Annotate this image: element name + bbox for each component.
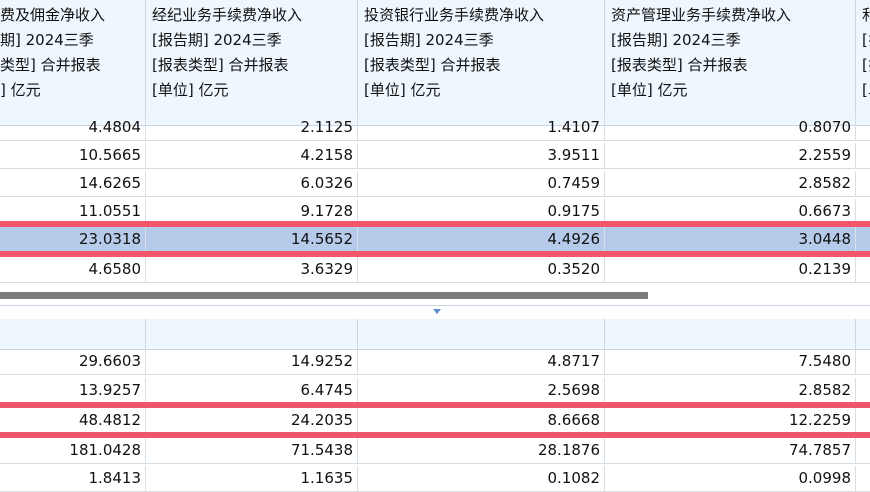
- table-cell: [856, 408, 870, 433]
- table-row[interactable]: 181.0428 71.5438 28.1876 74.7857: [0, 438, 870, 464]
- table-cell: [856, 171, 870, 196]
- header-unit: [单位] 亿元: [611, 81, 688, 99]
- highlight-band: [0, 251, 870, 257]
- table-row[interactable]: 4.6580 3.6329 0.3520 0.2139: [0, 257, 870, 283]
- table-cell: 7.5480: [605, 349, 856, 374]
- highlight-band: [0, 432, 870, 438]
- table-row[interactable]: 14.6265 6.0326 0.7459 2.8582: [0, 171, 870, 197]
- table-row[interactable]: 23.0318 14.5652 4.4926 3.0448: [0, 227, 870, 253]
- table-cell: 8.6668: [358, 408, 605, 433]
- table-cell: 10.5665: [0, 143, 146, 168]
- table-row[interactable]: 1.8413 1.1635 0.1082 0.0998: [0, 466, 870, 492]
- table-cell: 2.1125: [146, 115, 358, 140]
- header-unit: [单: [862, 81, 870, 99]
- table-row[interactable]: 29.6603 14.9252 4.8717 7.5480: [0, 349, 870, 375]
- header-period: [扌: [862, 31, 870, 49]
- header-period: [报告期] 2024三季: [611, 31, 741, 49]
- column-divider: [855, 319, 856, 349]
- table-cell: 181.0428: [0, 438, 146, 463]
- table-cell: 4.8717: [358, 349, 605, 374]
- header-title: 费及佣金净收入: [0, 6, 106, 24]
- table-cell: 3.6329: [146, 257, 358, 282]
- highlight-band: [0, 402, 870, 408]
- table-row[interactable]: 4.4804 2.1125 1.4107 0.8070: [0, 115, 870, 141]
- header-report-type: [报表类型] 合并报表: [152, 56, 289, 74]
- header-unit: ] 亿元: [0, 81, 41, 99]
- header-report-type: [报表类型] 合并报表: [611, 56, 748, 74]
- header-unit: [单位] 亿元: [152, 81, 229, 99]
- table-cell: 4.4804: [0, 115, 146, 140]
- horizontal-scrollbar[interactable]: [0, 292, 648, 299]
- table-cell: 4.4926: [358, 227, 605, 252]
- column-divider: [604, 319, 605, 349]
- table-cell: 71.5438: [146, 438, 358, 463]
- header-title: 经纪业务手续费净收入: [152, 6, 303, 24]
- table-cell: [856, 257, 870, 282]
- table-cell: 14.6265: [0, 171, 146, 196]
- highlight-band: [0, 221, 870, 227]
- table-cell: 1.4107: [358, 115, 605, 140]
- header-title: 投资银行业务手续费净收入: [364, 6, 545, 24]
- table-cell: [856, 115, 870, 140]
- table-cell: 28.1876: [358, 438, 605, 463]
- table-cell: 4.2158: [146, 143, 358, 168]
- second-header-row: [0, 319, 870, 350]
- header-period: [报告期] 2024三季: [152, 31, 282, 49]
- table-row[interactable]: 48.4812 24.2035 8.6668 12.2259: [0, 408, 870, 434]
- table-cell: 48.4812: [0, 408, 146, 433]
- table-row[interactable]: 13.9257 6.4745 2.5698 2.8582: [0, 378, 870, 404]
- collapse-arrow-icon[interactable]: [433, 309, 441, 314]
- table-cell: 4.6580: [0, 257, 146, 282]
- table-cell: 74.7857: [605, 438, 856, 463]
- column-header-commission[interactable]: 费及佣金净收入 期] 2024三季 类型] 合并报表 ] 亿元: [0, 0, 146, 128]
- table-cell: [856, 227, 870, 252]
- column-header-brokerage[interactable]: 经纪业务手续费净收入 [报告期] 2024三季 [报表类型] 合并报表 [单位]…: [146, 0, 358, 128]
- header-report-type: [扌: [862, 56, 870, 74]
- table-cell: 3.9511: [358, 143, 605, 168]
- table-cell: [856, 378, 870, 403]
- table-cell: 12.2259: [605, 408, 856, 433]
- table-cell: 6.0326: [146, 171, 358, 196]
- column-header-asset-management[interactable]: 资产管理业务手续费净收入 [报告期] 2024三季 [报表类型] 合并报表 [单…: [605, 0, 856, 128]
- header-title: 资产管理业务手续费净收入: [611, 6, 792, 24]
- column-divider: [357, 319, 358, 349]
- header-title: 和: [862, 6, 870, 24]
- table-cell: 0.0998: [605, 466, 856, 491]
- table-cell: 3.0448: [605, 227, 856, 252]
- table-cell: 0.7459: [358, 171, 605, 196]
- table-cell: 29.6603: [0, 349, 146, 374]
- table-cell: [856, 438, 870, 463]
- header-period: 期] 2024三季: [0, 31, 94, 49]
- table-cell: 2.2559: [605, 143, 856, 168]
- table-cell: 0.1082: [358, 466, 605, 491]
- table-cell: 13.9257: [0, 378, 146, 403]
- table-cell: 1.1635: [146, 466, 358, 491]
- table-cell: 6.4745: [146, 378, 358, 403]
- table-row[interactable]: 10.5665 4.2158 3.9511 2.2559: [0, 143, 870, 169]
- table-cell: 24.2035: [146, 408, 358, 433]
- table-cell: [856, 466, 870, 491]
- table-cell: 14.9252: [146, 349, 358, 374]
- table-cell: 1.8413: [0, 466, 146, 491]
- column-header-investment-banking[interactable]: 投资银行业务手续费净收入 [报告期] 2024三季 [报表类型] 合并报表 [单…: [358, 0, 605, 128]
- table-cell: 0.8070: [605, 115, 856, 140]
- table-cell: 2.5698: [358, 378, 605, 403]
- column-divider: [145, 319, 146, 349]
- table-cell: [856, 143, 870, 168]
- table-cell: 23.0318: [0, 227, 146, 252]
- header-period: [报告期] 2024三季: [364, 31, 494, 49]
- table-cell: 14.5652: [146, 227, 358, 252]
- table-cell: 2.8582: [605, 378, 856, 403]
- column-header-row: 费及佣金净收入 期] 2024三季 类型] 合并报表 ] 亿元 经纪业务手续费净…: [0, 0, 870, 128]
- table-cell: 0.3520: [358, 257, 605, 282]
- table-cell: [856, 349, 870, 374]
- header-report-type: [报表类型] 合并报表: [364, 56, 501, 74]
- header-unit: [单位] 亿元: [364, 81, 441, 99]
- table-cell: 2.8582: [605, 171, 856, 196]
- column-header-partial[interactable]: 和 [扌 [扌 [单: [856, 0, 870, 128]
- header-report-type: 类型] 合并报表: [0, 56, 101, 74]
- table-cell: 0.2139: [605, 257, 856, 282]
